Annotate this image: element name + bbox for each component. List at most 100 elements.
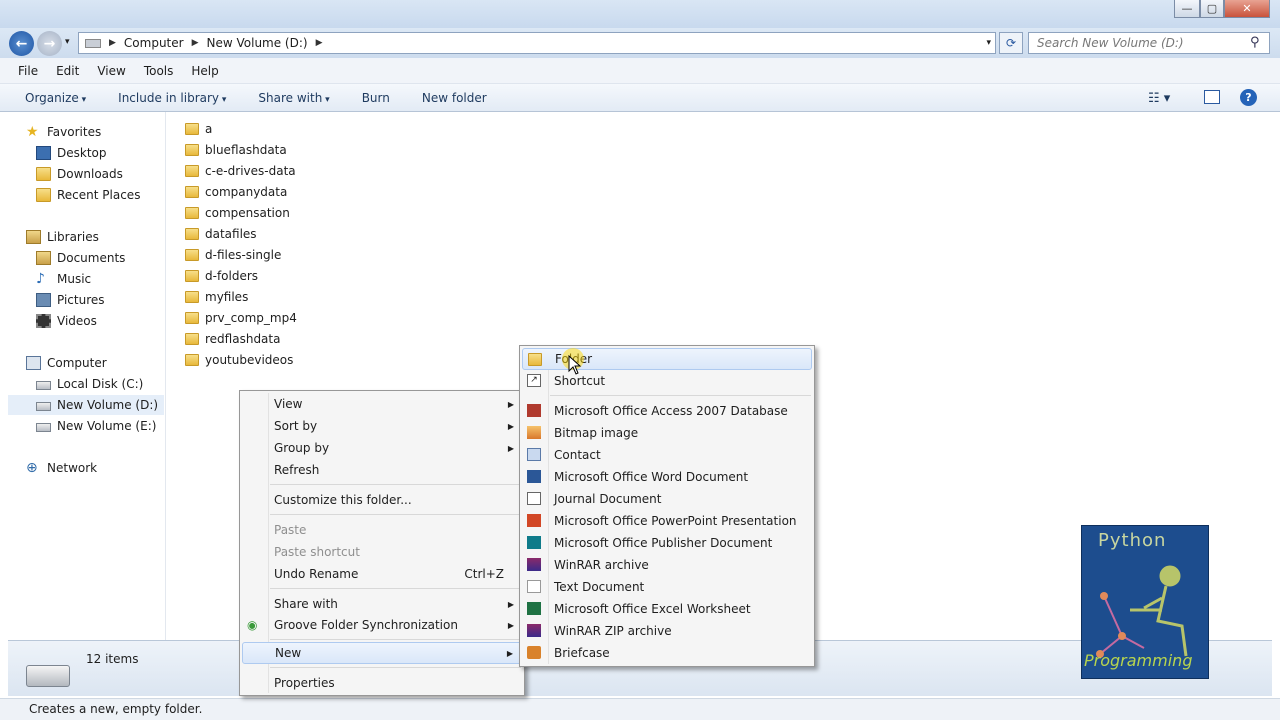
nav-favorites[interactable]: ★ Favorites [26,122,101,142]
search-icon[interactable]: ⚲ [1250,35,1260,50]
preview-pane-icon[interactable] [1204,90,1220,104]
nav-label: Desktop [57,146,107,160]
view-options-icon[interactable]: ☷ ▾ [1148,91,1170,106]
nav-downloads[interactable]: Downloads [36,164,123,184]
new-shortcut-item[interactable]: ↗ Shortcut [522,370,812,392]
context-share-with[interactable]: Share with ▶ [242,593,522,615]
menu-label: Sort by [274,419,318,433]
chevron-right-icon[interactable]: ▶ [192,38,199,48]
menu-tools[interactable]: Tools [144,64,174,78]
context-sort-by[interactable]: Sort by ▶ [242,415,522,437]
new-powerpoint-item[interactable]: Microsoft Office PowerPoint Presentation [522,510,812,532]
context-paste-shortcut: Paste shortcut [242,541,522,563]
menu-label: Paste [274,523,307,537]
new-winrar-item[interactable]: WinRAR archive [522,554,812,576]
new-publisher-item[interactable]: Microsoft Office Publisher Document [522,532,812,554]
file-item[interactable]: c-e-drives-data [185,161,296,181]
context-groove-sync[interactable]: ◉ Groove Folder Synchronization ▶ [242,614,522,636]
nav-documents[interactable]: Documents [36,248,125,268]
menu-label: Microsoft Office Word Document [554,470,749,484]
nav-label: New Volume (D:) [57,398,159,412]
breadcrumb-computer[interactable]: Computer [124,36,184,50]
menu-file[interactable]: File [18,64,38,78]
file-item[interactable]: blueflashdata [185,140,287,160]
nav-label: Music [57,272,92,286]
new-folder-button[interactable]: New folder [422,91,487,105]
menu-label: Microsoft Office Publisher Document [554,536,773,550]
groove-icon: ◉ [247,618,258,632]
nav-libraries[interactable]: Libraries [26,227,99,247]
context-refresh[interactable]: Refresh [242,459,522,481]
context-new[interactable]: New ▶ [242,642,522,664]
context-customize[interactable]: Customize this folder... [242,489,522,511]
menu-help[interactable]: Help [191,64,218,78]
history-dropdown-icon[interactable]: ▾ [65,37,70,47]
file-item[interactable]: companydata [185,182,287,202]
file-item[interactable]: redflashdata [185,329,280,349]
menu-label: Customize this folder... [274,493,412,507]
chevron-right-icon[interactable]: ▶ [316,38,323,48]
nav-desktop[interactable]: Desktop [36,143,107,163]
nav-recent-places[interactable]: Recent Places [36,185,140,205]
submenu-arrow-icon: ▶ [507,443,514,453]
documents-icon [36,251,51,265]
menu-view[interactable]: View [97,64,125,78]
drive-icon [36,381,51,390]
refresh-button[interactable]: ⟳ [999,32,1023,54]
new-excel-item[interactable]: Microsoft Office Excel Worksheet [522,598,812,620]
menu-label: Briefcase [554,646,610,660]
breadcrumb-volume-d[interactable]: New Volume (D:) [207,36,308,50]
share-with-button[interactable]: Share with [258,91,329,105]
file-item[interactable]: prv_comp_mp4 [185,308,297,328]
minimize-button[interactable]: — [1174,0,1200,18]
address-bar[interactable]: ▶ Computer ▶ New Volume (D:) ▶ ▾ [78,32,996,54]
nav-videos[interactable]: Videos [36,311,97,331]
file-item[interactable]: datafiles [185,224,257,244]
file-item[interactable]: a [185,119,212,139]
context-properties[interactable]: Properties [242,672,522,694]
nav-volume-e[interactable]: New Volume (E:) [36,416,156,436]
menu-label: Contact [554,448,601,462]
nav-music[interactable]: ♪ Music [36,269,91,289]
search-input[interactable]: Search New Volume (D:) [1028,32,1270,54]
music-icon: ♪ [36,271,45,287]
new-word-item[interactable]: Microsoft Office Word Document [522,466,812,488]
back-button[interactable]: ← [9,31,34,56]
nav-computer[interactable]: Computer [26,353,107,373]
new-access-item[interactable]: Microsoft Office Access 2007 Database [522,400,812,422]
new-text-item[interactable]: Text Document [522,576,812,598]
context-view[interactable]: View ▶ [242,393,522,415]
nav-volume-d[interactable]: New Volume (D:) [8,395,164,415]
access-icon [527,404,541,417]
file-item[interactable]: d-folders [185,266,258,286]
file-item[interactable]: youtubevideos [185,350,293,370]
nav-label: Libraries [47,230,99,244]
file-name: d-files-single [205,248,282,262]
address-dropdown-icon[interactable]: ▾ [986,38,991,48]
help-icon[interactable]: ? [1240,89,1257,106]
new-bitmap-item[interactable]: Bitmap image [522,422,812,444]
file-item[interactable]: compensation [185,203,290,223]
include-in-library-button[interactable]: Include in library [118,91,226,105]
menu-edit[interactable]: Edit [56,64,79,78]
menu-label: Microsoft Office Excel Worksheet [554,602,751,616]
context-undo-rename[interactable]: Undo Rename Ctrl+Z [242,563,522,585]
close-button[interactable]: ✕ [1224,0,1270,18]
file-item[interactable]: myfiles [185,287,248,307]
burn-button[interactable]: Burn [362,91,390,105]
new-briefcase-item[interactable]: Briefcase [522,642,812,664]
forward-button[interactable]: → [37,31,62,56]
submenu-arrow-icon: ▶ [507,421,514,431]
menu-separator [270,484,521,485]
new-contact-item[interactable]: Contact [522,444,812,466]
new-journal-item[interactable]: Journal Document [522,488,812,510]
nav-local-disk-c[interactable]: Local Disk (C:) [36,374,143,394]
maximize-button[interactable]: ▢ [1200,0,1224,18]
nav-pictures[interactable]: Pictures [36,290,105,310]
organize-button[interactable]: Organize [25,91,86,105]
chevron-right-icon[interactable]: ▶ [109,38,116,48]
context-group-by[interactable]: Group by ▶ [242,437,522,459]
new-winrar-zip-item[interactable]: WinRAR ZIP archive [522,620,812,642]
nav-network[interactable]: ⊕ Network [26,458,97,478]
file-item[interactable]: d-files-single [185,245,281,265]
